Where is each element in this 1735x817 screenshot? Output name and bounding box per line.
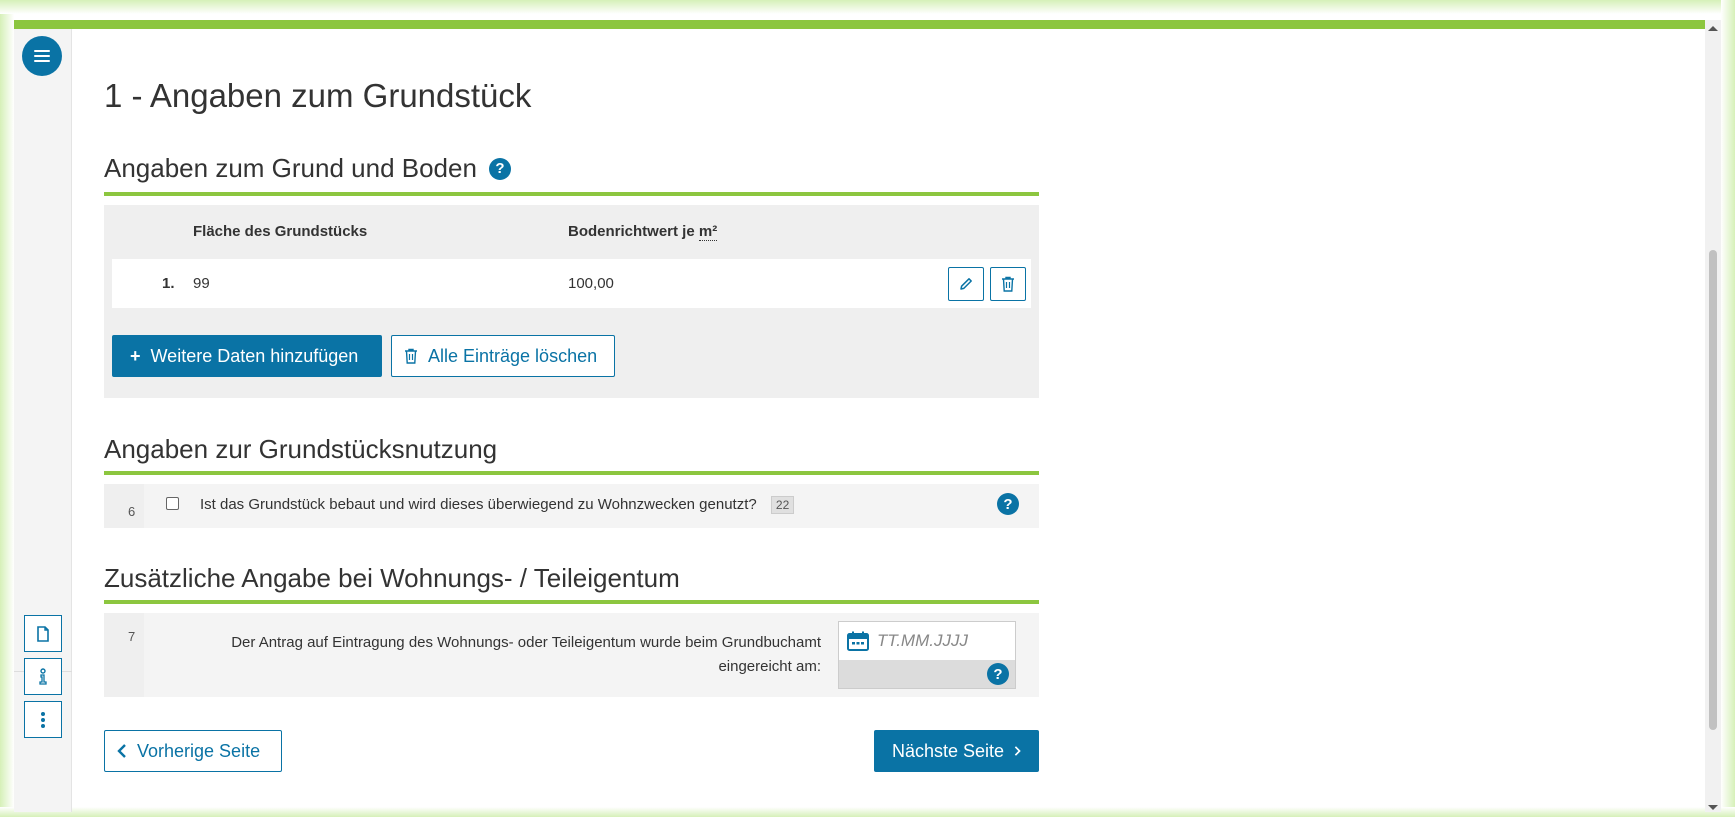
section-title-grund-boden: Angaben zum Grund und Boden ?: [104, 153, 511, 184]
cell-bodenrichtwert: 100,00: [568, 275, 614, 292]
question-6-panel: 6 Ist das Grundstück bebaut und wird die…: [104, 484, 1039, 528]
question-number: 7: [128, 629, 136, 644]
hamburger-icon: [34, 50, 50, 62]
section-rule: [104, 192, 1039, 196]
section-rule: [104, 600, 1039, 604]
date-placeholder: TT.MM.JJJJ: [877, 631, 968, 650]
next-page-button[interactable]: Nächste Seite: [874, 730, 1039, 772]
document-button[interactable]: [24, 615, 62, 652]
cell-flaeche: 99: [193, 275, 210, 292]
more-vertical-icon: [41, 711, 45, 728]
section-title-eigentum: Zusätzliche Angabe bei Wohnungs- / Teile…: [104, 563, 680, 593]
unit-abbr: m²: [698, 223, 718, 241]
pencil-icon: [960, 278, 972, 290]
info-button[interactable]: [24, 658, 62, 695]
frame-glow-left: [0, 0, 14, 817]
help-icon[interactable]: ?: [987, 663, 1009, 685]
date-field-footer: ?: [839, 660, 1015, 688]
question-7-body: Der Antrag auf Eintragung des Wohnungs- …: [144, 613, 1039, 697]
column-header-bodenrichtwert-text: Bodenrichtwert je: [568, 223, 695, 240]
frame-glow-bottom: [0, 807, 1735, 817]
date-input-row[interactable]: TT.MM.JJJJ: [839, 622, 1015, 660]
reference-badge: 22: [770, 496, 795, 514]
grund-boden-panel: Fläche des Grundstücks Bodenrichtwert je…: [104, 205, 1039, 398]
help-icon[interactable]: ?: [997, 493, 1019, 515]
document-icon: [37, 625, 49, 642]
app-frame: 1 - Angaben zum Grundstück Angaben zum G…: [0, 0, 1735, 817]
row-index: 1.: [162, 275, 175, 292]
question-6-body: Ist das Grundstück bebaut und wird diese…: [144, 484, 1039, 528]
add-data-button[interactable]: + Weitere Daten hinzufügen: [112, 335, 382, 377]
vertical-scrollbar[interactable]: [1705, 20, 1721, 812]
next-page-label: Nächste Seite: [892, 740, 1005, 761]
page-title: 1 - Angaben zum Grundstück: [104, 77, 532, 114]
scroll-thumb[interactable]: [1709, 250, 1717, 730]
chevron-left-icon: [117, 744, 126, 758]
question-7-text: Der Antrag auf Eintragung des Wohnungs- …: [231, 634, 821, 675]
question-7-panel: 7 Der Antrag auf Eintragung des Wohnungs…: [104, 613, 1039, 697]
more-button[interactable]: [24, 701, 62, 738]
sidebar: [14, 29, 72, 812]
delete-all-button[interactable]: Alle Einträge löschen: [391, 335, 615, 377]
column-header-bodenrichtwert: Bodenrichtwert je m²: [568, 223, 718, 241]
trash-icon: [1002, 276, 1014, 292]
scroll-down-icon[interactable]: [1708, 805, 1718, 810]
table-row: 1. 99 100,00: [112, 259, 1031, 308]
section-rule: [104, 471, 1039, 475]
wohnzwecke-checkbox[interactable]: [166, 497, 179, 510]
plus-icon: +: [130, 345, 141, 366]
previous-page-button[interactable]: Vorherige Seite: [104, 730, 282, 772]
section-title-nutzung: Angaben zur Grundstücksnutzung: [104, 434, 498, 464]
trash-icon: [405, 348, 417, 364]
question-6-text: Ist das Grundstück bebaut und wird diese…: [200, 496, 757, 513]
delete-all-label: Alle Einträge löschen: [428, 345, 598, 366]
menu-button[interactable]: [22, 36, 62, 76]
add-data-label: Weitere Daten hinzufügen: [150, 345, 359, 366]
top-accent-bar: [14, 20, 1705, 29]
date-field[interactable]: TT.MM.JJJJ ?: [838, 621, 1016, 689]
previous-page-label: Vorherige Seite: [137, 740, 261, 761]
help-icon[interactable]: ?: [488, 157, 511, 180]
question-number: 6: [128, 504, 136, 519]
column-header-flaeche: Fläche des Grundstücks: [193, 223, 368, 240]
delete-row-button[interactable]: [990, 267, 1026, 301]
question-6-label: Ist das Grundstück bebaut und wird diese…: [200, 496, 795, 514]
edit-row-button[interactable]: [948, 267, 984, 301]
calendar-icon[interactable]: [847, 631, 869, 651]
frame-glow-right: [1721, 0, 1735, 817]
section-title-text: Angaben zum Grund und Boden: [104, 153, 477, 183]
scroll-up-icon[interactable]: [1708, 26, 1718, 31]
chevron-right-icon: [1014, 746, 1021, 756]
info-person-icon: [39, 667, 47, 685]
frame-glow-top: [0, 0, 1735, 14]
